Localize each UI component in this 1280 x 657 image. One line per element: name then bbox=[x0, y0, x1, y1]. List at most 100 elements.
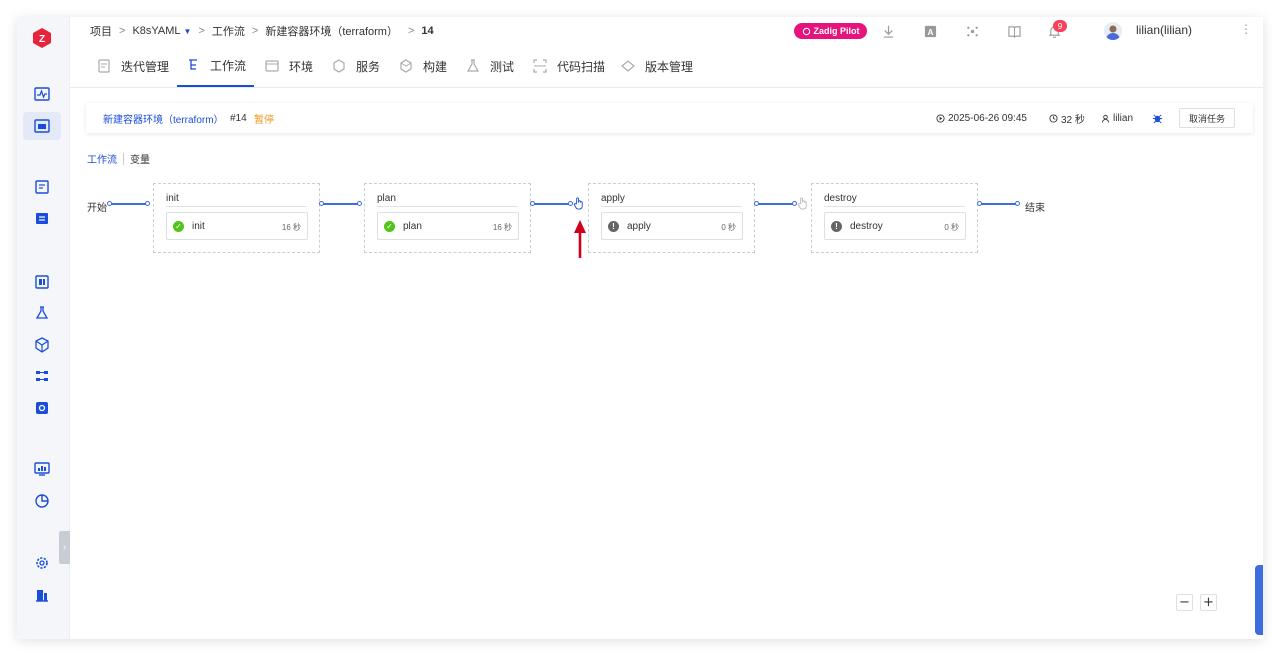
release-plan-icon[interactable] bbox=[32, 177, 52, 197]
job-card-plan[interactable]: ✓ plan 16 秒 bbox=[377, 212, 519, 240]
play-circle-icon bbox=[936, 113, 945, 123]
user-icon bbox=[1101, 114, 1110, 123]
zadig-pilot-button[interactable]: Zadig Pilot bbox=[794, 23, 867, 39]
breadcrumb-separator: > bbox=[119, 25, 126, 37]
tab-build[interactable]: 构建 bbox=[398, 45, 447, 87]
stage-title: destroy bbox=[824, 193, 857, 204]
connector-dot bbox=[145, 201, 150, 206]
zoom-out-button[interactable]: − bbox=[1176, 594, 1193, 611]
connector-line bbox=[756, 203, 794, 205]
tab-code-scan[interactable]: 代码扫描 bbox=[532, 45, 605, 87]
job-duration: 0 秒 bbox=[721, 223, 736, 232]
stage-divider bbox=[601, 206, 742, 207]
connector-dot bbox=[530, 201, 535, 206]
build-module-icon[interactable] bbox=[32, 272, 52, 292]
flask-icon[interactable] bbox=[32, 303, 52, 323]
workflow-icon bbox=[185, 58, 200, 73]
integrations-icon[interactable] bbox=[964, 23, 980, 39]
app-window: Z › 项目 > K8sYAML ▼ > 工作流 > 新建容器环境（terraf… bbox=[17, 17, 1263, 639]
dashboard-icon[interactable] bbox=[32, 84, 52, 104]
connector-line bbox=[321, 203, 359, 205]
stage-plan: plan ✓ plan 16 秒 bbox=[364, 183, 531, 253]
red-arrow-annotation-icon bbox=[574, 220, 586, 263]
job-card-init[interactable]: ✓ init 16 秒 bbox=[166, 212, 308, 240]
translate-icon[interactable]: A bbox=[922, 23, 938, 39]
subtab-workflow[interactable]: 工作流 bbox=[87, 151, 117, 166]
connector-dot bbox=[977, 201, 982, 206]
template-icon[interactable] bbox=[32, 209, 52, 229]
project-icon[interactable] bbox=[23, 112, 61, 140]
breadcrumb: 项目 > K8sYAML ▼ > 工作流 > 新建容器环境（terraform）… bbox=[90, 17, 434, 45]
building-icon[interactable] bbox=[32, 585, 52, 605]
zoom-in-button[interactable]: + bbox=[1200, 594, 1217, 611]
breadcrumb-workflow[interactable]: 工作流 bbox=[212, 23, 245, 39]
paused-exclamation-icon: ! bbox=[831, 221, 842, 232]
subtab-variables[interactable]: 变量 bbox=[130, 151, 150, 166]
version-icon bbox=[620, 59, 635, 74]
iteration-icon bbox=[96, 59, 111, 74]
stage-apply: apply ! apply 0 秒 bbox=[588, 183, 755, 253]
zadig-logo-icon[interactable]: Z bbox=[31, 27, 53, 49]
job-name: destroy bbox=[850, 221, 883, 232]
tab-service[interactable]: 服务 bbox=[331, 45, 380, 87]
job-name: apply bbox=[627, 221, 651, 232]
more-vertical-icon[interactable]: ⋮ bbox=[1240, 22, 1252, 36]
breadcrumb-project-name[interactable]: K8sYAML bbox=[132, 25, 180, 37]
cancel-task-button[interactable]: 取消任务 bbox=[1179, 108, 1235, 128]
tab-workflow[interactable]: 工作流 bbox=[177, 45, 255, 87]
stage-divider bbox=[824, 206, 965, 207]
connector-dot bbox=[754, 201, 759, 206]
notification-badge[interactable]: 9 bbox=[1053, 20, 1067, 32]
breadcrumb-workflow-name[interactable]: 新建容器环境（terraform） bbox=[265, 23, 398, 39]
stage-title: plan bbox=[377, 193, 396, 204]
pipeline-icon[interactable] bbox=[32, 366, 52, 386]
breadcrumb-separator: > bbox=[407, 25, 415, 37]
project-tabs: 迭代管理 工作流 环境 服务 构建 测试 代码扫描 版本管理 bbox=[70, 45, 1263, 88]
debug-bug-icon[interactable] bbox=[1152, 103, 1163, 133]
clock-icon bbox=[1049, 113, 1058, 123]
tab-version[interactable]: 版本管理 bbox=[620, 45, 693, 87]
breadcrumb-project[interactable]: 项目 bbox=[90, 23, 112, 39]
manual-approve-hand-icon[interactable] bbox=[572, 197, 584, 210]
test-icon bbox=[465, 59, 480, 74]
sidebar: Z › bbox=[17, 17, 70, 639]
username[interactable]: lilian(lilian) bbox=[1136, 23, 1192, 37]
status-badge: 暂停 bbox=[254, 114, 274, 126]
success-check-icon: ✓ bbox=[173, 221, 184, 232]
connector-dot bbox=[357, 201, 362, 206]
tab-iteration[interactable]: 迭代管理 bbox=[96, 45, 169, 87]
job-card-destroy[interactable]: ! destroy 0 秒 bbox=[824, 212, 966, 240]
task-start-time: 2025-06-26 09:45 bbox=[936, 103, 1027, 133]
tab-environment[interactable]: 环境 bbox=[264, 45, 313, 87]
job-duration: 16 秒 bbox=[492, 223, 512, 232]
stage-init: init ✓ init 16 秒 bbox=[153, 183, 320, 253]
pilot-label: Zadig Pilot bbox=[813, 26, 860, 36]
connector-line bbox=[109, 203, 147, 205]
task-number: #14 bbox=[230, 112, 247, 124]
tab-label: 工作流 bbox=[210, 58, 247, 73]
manual-approve-hand-icon[interactable] bbox=[796, 197, 808, 210]
sidebar-collapse-handle[interactable]: › bbox=[59, 531, 70, 564]
environment-icon bbox=[264, 59, 279, 74]
job-duration: 16 秒 bbox=[281, 223, 301, 232]
stage-title: init bbox=[166, 193, 179, 204]
view-switcher: 工作流 变量 bbox=[87, 151, 150, 166]
user-value: lilian bbox=[1113, 112, 1134, 124]
caret-down-icon[interactable]: ▼ bbox=[184, 27, 192, 36]
subtab-divider bbox=[123, 152, 124, 165]
gear-icon[interactable] bbox=[32, 553, 52, 573]
tab-test[interactable]: 测试 bbox=[465, 45, 514, 87]
job-name: init bbox=[192, 221, 205, 232]
avatar[interactable] bbox=[1104, 22, 1122, 40]
package-icon[interactable] bbox=[32, 335, 52, 355]
settings-box-icon[interactable] bbox=[32, 398, 52, 418]
docs-book-icon[interactable] bbox=[1006, 23, 1022, 39]
stage-title: apply bbox=[601, 193, 625, 204]
connector-dot bbox=[1015, 201, 1020, 206]
floating-side-tab[interactable] bbox=[1255, 565, 1263, 635]
monitor-icon[interactable] bbox=[32, 459, 52, 479]
job-card-apply[interactable]: ! apply 0 秒 bbox=[601, 212, 743, 240]
pie-chart-icon[interactable] bbox=[32, 491, 52, 511]
tab-label: 测试 bbox=[490, 59, 515, 74]
download-icon[interactable] bbox=[880, 23, 896, 39]
